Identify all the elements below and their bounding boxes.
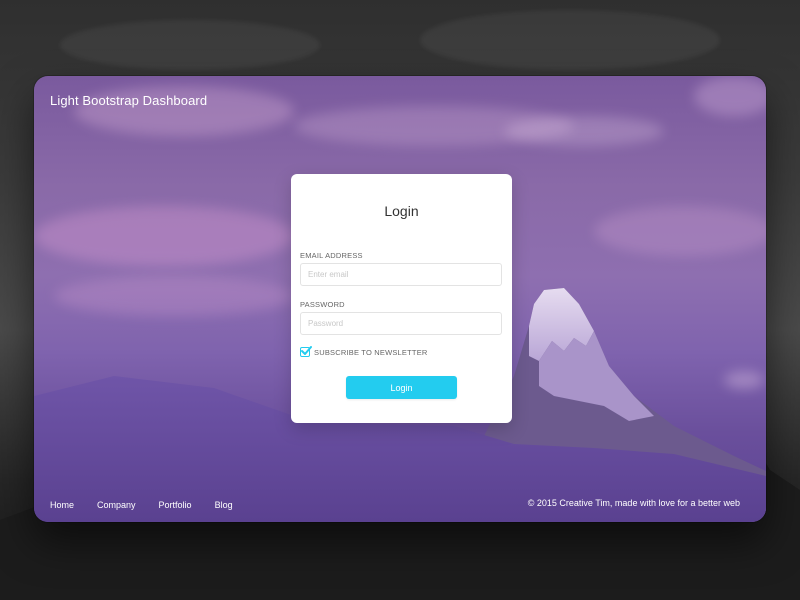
subscribe-checkbox[interactable] (300, 346, 312, 357)
subscribe-label: SUBSCRIBE TO NEWSLETTER (314, 347, 428, 357)
subscribe-checkbox-row[interactable]: SUBSCRIBE TO NEWSLETTER (300, 346, 428, 358)
login-button[interactable]: Login (346, 376, 457, 399)
login-title: Login (384, 203, 419, 219)
copyright-text: © 2015 Creative Tim, made with love for … (527, 498, 740, 508)
footer-link-portfolio[interactable]: Portfolio (159, 500, 192, 510)
check-icon (301, 346, 312, 355)
password-label: PASSWORD (300, 300, 345, 309)
dashboard-window: Light Bootstrap Dashboard Login EMAIL AD… (34, 76, 766, 522)
background-cloud (420, 10, 720, 70)
login-card: Login EMAIL ADDRESS PASSWORD SUBSCRIBE T… (291, 174, 512, 423)
email-input[interactable] (300, 263, 502, 286)
footer-link-blog[interactable]: Blog (215, 500, 233, 510)
brand-title[interactable]: Light Bootstrap Dashboard (50, 93, 207, 108)
email-label: EMAIL ADDRESS (300, 251, 363, 260)
footer-link-company[interactable]: Company (97, 500, 136, 510)
background-photo: Light Bootstrap Dashboard Login EMAIL AD… (0, 0, 800, 600)
background-cloud (60, 20, 320, 70)
password-input[interactable] (300, 312, 502, 335)
footer-nav: Home Company Portfolio Blog (50, 500, 256, 510)
footer-link-home[interactable]: Home (50, 500, 74, 510)
